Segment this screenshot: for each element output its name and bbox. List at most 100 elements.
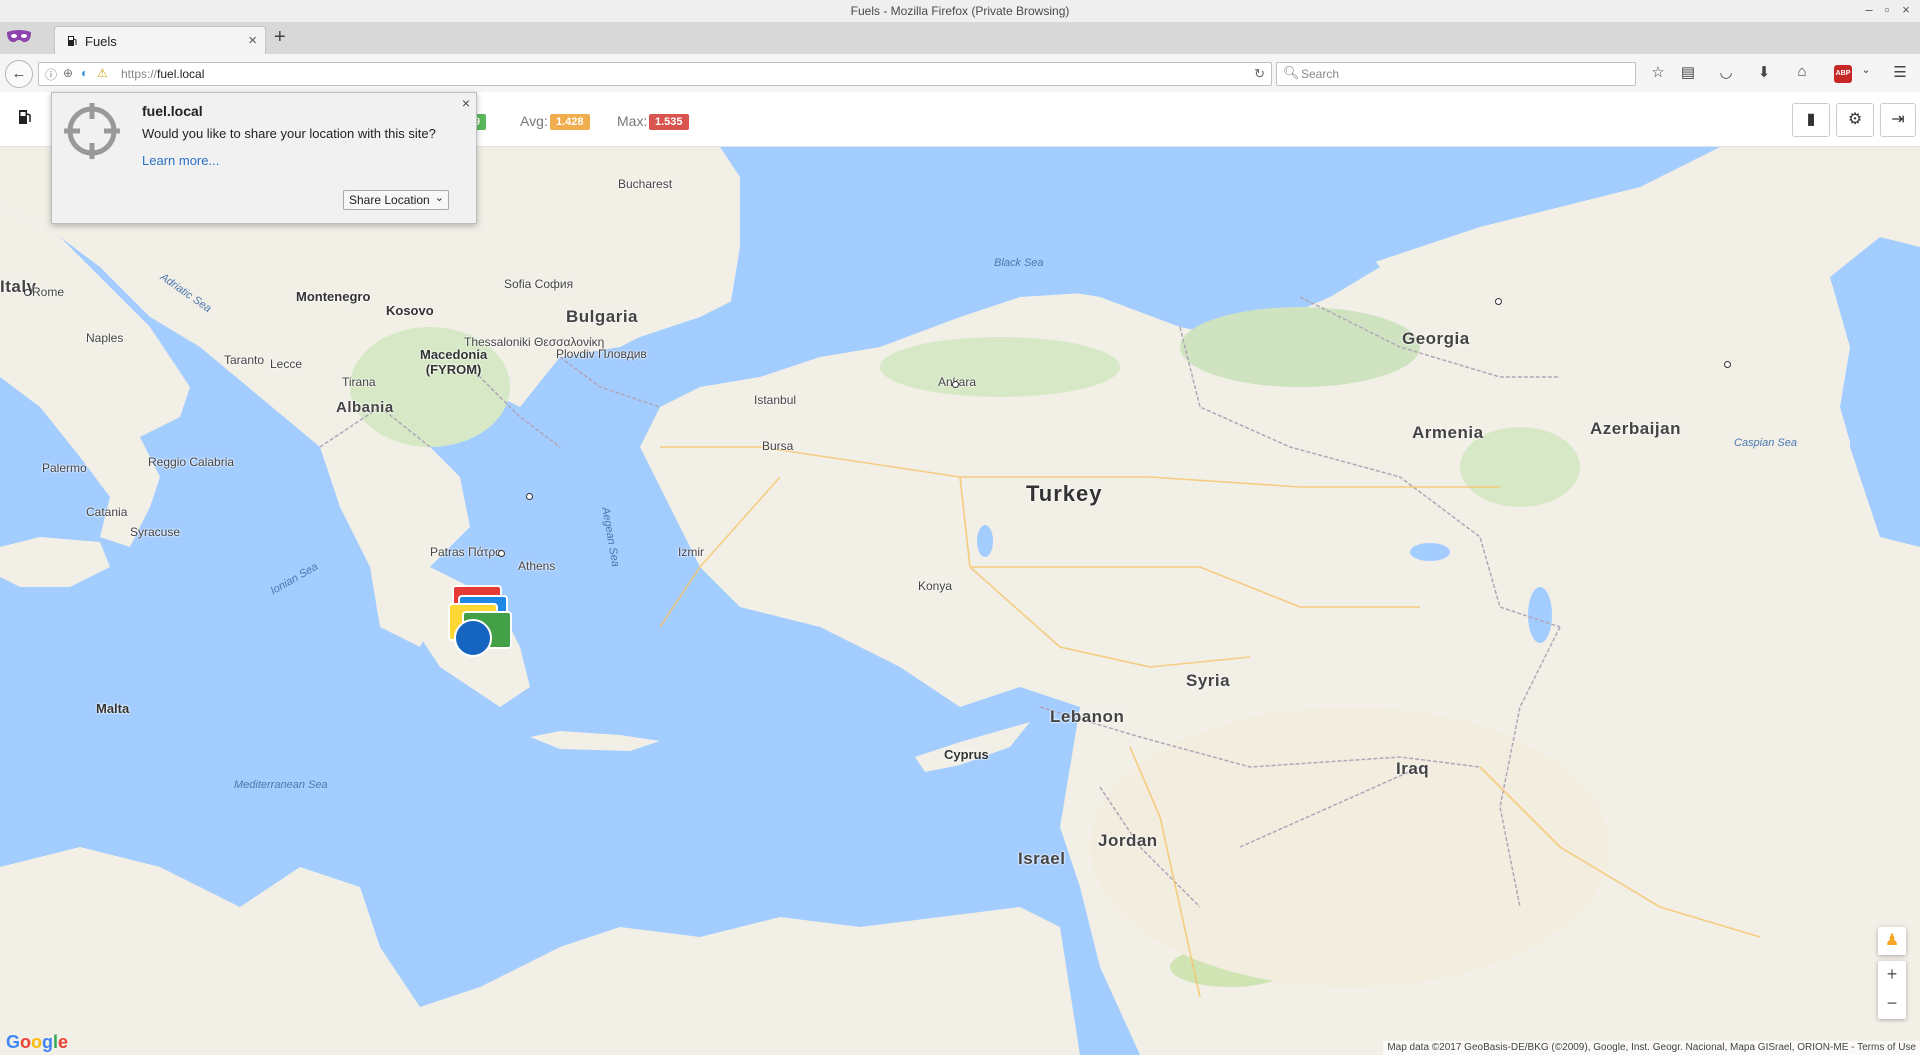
city-dot: [1724, 361, 1731, 368]
tab-fuels[interactable]: Fuels ×: [54, 26, 266, 55]
pocket-icon[interactable]: ◡: [1716, 63, 1736, 81]
map-canvas[interactable]: Italy Albania Montenegro Kosovo Macedoni…: [0, 147, 1920, 1055]
tab-close-icon[interactable]: ×: [248, 32, 257, 49]
zoom-out-button[interactable]: −: [1878, 990, 1906, 1019]
minimize-icon[interactable]: –: [1860, 2, 1878, 17]
map-label-caspian-sea: Caspian Sea: [1734, 437, 1797, 449]
share-location-button[interactable]: Share Location ⌄: [343, 190, 449, 210]
tracking-icon[interactable]: ◐: [81, 66, 88, 80]
sign-in-icon: ⇥: [1891, 111, 1905, 128]
map-label-azerbaijan: Azerbaijan: [1590, 419, 1681, 438]
map-label-kosovo: Kosovo: [386, 303, 434, 318]
chevron-down-icon[interactable]: ⌄: [435, 191, 444, 204]
location-permission-icon[interactable]: ⊕: [63, 66, 73, 80]
popup-close-icon[interactable]: ×: [462, 95, 470, 111]
reading-list-icon[interactable]: ▤: [1678, 63, 1698, 81]
maximize-icon[interactable]: ▫: [1878, 2, 1896, 17]
map-label-albania: Albania: [336, 399, 394, 416]
map-city: Athens: [518, 559, 556, 573]
search-bar[interactable]: 🔍︎ Search: [1276, 62, 1636, 86]
map-label-israel: Israel: [1018, 849, 1066, 868]
map-label-bulgaria: Bulgaria: [566, 307, 639, 326]
settings-button[interactable]: ⚙: [1836, 103, 1874, 137]
max-price-badge: 1.535: [649, 114, 689, 130]
bar-chart-icon: ▮: [1806, 111, 1816, 128]
menu-icon[interactable]: ☰: [1890, 63, 1910, 81]
popup-message: Would you like to share your location wi…: [142, 126, 436, 141]
map-city: Taranto: [224, 353, 265, 367]
avg-price-badge: 1.428: [550, 114, 590, 130]
city-dot: [498, 550, 505, 557]
avg-label: Avg:: [520, 113, 548, 129]
map-city: Bucharest: [618, 177, 673, 191]
map-city: Bursa: [762, 439, 794, 453]
city-dot: [1495, 298, 1502, 305]
home-icon[interactable]: ⌂: [1792, 63, 1812, 80]
stats-button[interactable]: ▮: [1792, 103, 1830, 137]
fuel-pump-logo-icon[interactable]: [18, 109, 32, 125]
street-view-pegman-icon[interactable]: ♟: [1878, 927, 1906, 955]
nav-bar: ← ⓘ ⊕ ◐ ⚠ https://fuel.local ↻ 🔍︎ Search…: [0, 54, 1920, 93]
city-dot: [24, 289, 31, 296]
download-icon[interactable]: ⬇: [1754, 63, 1774, 81]
info-icon[interactable]: ⓘ: [45, 66, 57, 83]
map-city: Tirana: [342, 375, 376, 389]
close-window-icon[interactable]: ×: [1897, 2, 1915, 17]
map-city: Syracuse: [130, 525, 181, 539]
city-dot: [952, 381, 959, 388]
fuel-pump-icon: [68, 36, 77, 46]
search-placeholder: Search: [1301, 67, 1340, 81]
learn-more-link[interactable]: Learn more...: [142, 153, 219, 168]
city-dot: [526, 493, 533, 500]
map-city: Reggio Calabria: [148, 455, 235, 469]
search-icon: 🔍︎: [1283, 65, 1300, 80]
station-marker[interactable]: [454, 619, 492, 657]
map-label-malta: Malta: [96, 701, 130, 716]
insecure-lock-icon[interactable]: ⚠: [97, 66, 108, 80]
new-tab-button[interactable]: +: [274, 26, 286, 49]
url-bar[interactable]: ⓘ ⊕ ◐ ⚠ https://fuel.local ↻: [38, 62, 1272, 86]
map-label-lebanon: Lebanon: [1050, 707, 1125, 726]
back-button[interactable]: ←: [5, 60, 33, 88]
chevron-down-icon[interactable]: ⌄: [1856, 63, 1876, 76]
map-label-georgia: Georgia: [1402, 329, 1470, 348]
zoom-in-button[interactable]: +: [1878, 961, 1906, 990]
map-city: Lecce: [270, 357, 303, 371]
adblock-icon[interactable]: ABP: [1834, 65, 1852, 83]
tab-label: Fuels: [85, 34, 117, 49]
map-city: Plovdiv Пловдив: [556, 347, 647, 361]
location-permission-popup: × fuel.local Would you like to share you…: [51, 92, 477, 224]
map-city: Patras Πάτρα: [430, 545, 503, 559]
map-label-iraq: Iraq: [1396, 759, 1430, 778]
map-label-cyprus: Cyprus: [944, 747, 989, 762]
location-crosshair-icon: [64, 103, 120, 159]
map-label-armenia: Armenia: [1412, 423, 1484, 442]
map-city: Sofia София: [504, 277, 574, 291]
map-city: Palermo: [42, 461, 87, 475]
tab-strip: Fuels × +: [0, 22, 1920, 55]
map-city: Rome: [32, 285, 65, 299]
max-label: Max:: [617, 113, 648, 129]
map-label-black-sea: Black Sea: [994, 257, 1044, 269]
window-titlebar: Fuels - Mozilla Firefox (Private Browsin…: [0, 0, 1920, 23]
login-button[interactable]: ⇥: [1880, 103, 1916, 137]
popup-host: fuel.local: [142, 103, 203, 119]
map-city: Izmir: [678, 545, 704, 559]
url-text[interactable]: https://fuel.local: [121, 67, 204, 81]
map-label-mediterranean-sea: Mediterranean Sea: [234, 779, 328, 791]
fuel-station-markers[interactable]: [448, 583, 522, 657]
map-label-montenegro: Montenegro: [296, 289, 371, 304]
map-label-jordan: Jordan: [1098, 831, 1158, 850]
gear-icon: ⚙: [1847, 111, 1863, 128]
map-city: Catania: [86, 505, 128, 519]
zoom-control[interactable]: + −: [1878, 961, 1906, 1019]
private-mask-icon: [7, 30, 31, 43]
reload-icon[interactable]: ↻: [1254, 66, 1265, 82]
window-title: Fuels - Mozilla Firefox (Private Browsin…: [850, 4, 1070, 18]
bookmark-star-icon[interactable]: ☆: [1648, 63, 1668, 81]
map-city: Istanbul: [754, 393, 797, 407]
terms-link[interactable]: Terms of Use: [1857, 1042, 1916, 1053]
map-base: [0, 147, 1920, 1055]
map-label-macedonia: Macedonia (FYROM): [420, 347, 488, 377]
google-logo: Google: [6, 1032, 69, 1052]
